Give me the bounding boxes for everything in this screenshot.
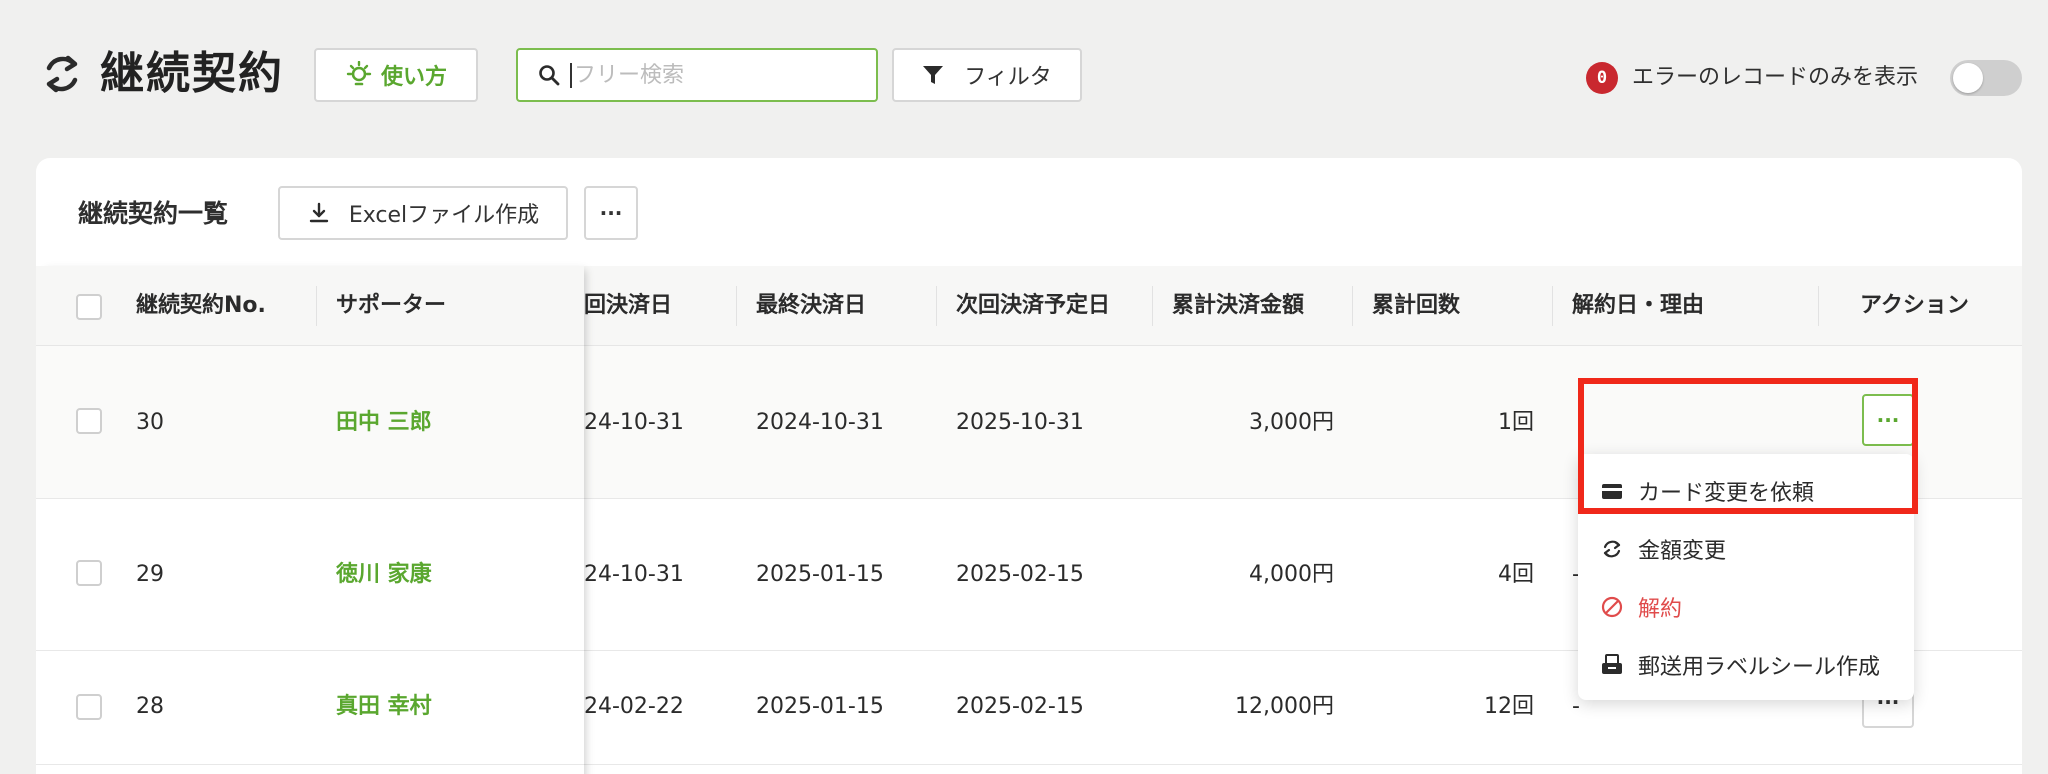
column-header-last-date[interactable]: 最終決済日 [756,266,866,346]
row-divider [36,498,584,499]
help-button-label: 使い方 [380,65,447,90]
column-separator [1352,286,1353,326]
sticky-columns-row-highlight [36,346,584,498]
search-input[interactable] [570,62,840,88]
card-more-button[interactable]: ··· [584,186,638,240]
error-only-toggle[interactable] [1950,60,2022,96]
column-header-total-amount[interactable]: 累計決済金額 [1172,266,1304,346]
cell-first-date: 24-02-22 [584,694,684,719]
credit-card-icon [1602,484,1622,499]
column-header-contract-no[interactable]: 継続契約No. [136,266,266,346]
cell-last-date: 2025-01-15 [756,694,884,719]
row-action-button[interactable]: ··· [1862,394,1914,446]
cell-amount: 4,000円 [1249,562,1334,587]
column-header-first-date[interactable]: 回決済日 [584,266,672,346]
cell-contract-no: 29 [136,562,164,587]
menu-item-label: 解約 [1638,597,1683,622]
lightbulb-icon [346,61,372,86]
cell-last-date: 2024-10-31 [756,410,884,435]
download-icon [309,202,329,223]
select-all-checkbox[interactable] [76,294,102,320]
column-separator [736,286,737,326]
supporter-link[interactable]: 真田 幸村 [336,692,432,722]
cell-first-date: 24-10-31 [584,562,684,587]
cell-contract-no: 28 [136,694,164,719]
column-separator [936,286,937,326]
menu-item-label: カード変更を依頼 [1638,481,1815,506]
excel-export-button[interactable]: Excelファイル作成 [278,186,568,240]
toggle-knob [1953,63,1983,93]
row-action-menu: カード変更を依頼 金額変更 解約 郵送用ラベルシール作成 [1578,454,1914,700]
cell-count: 12回 [1484,694,1534,719]
column-separator [1818,286,1819,326]
column-header-total-count[interactable]: 累計回数 [1372,266,1460,346]
cell-count: 1回 [1498,410,1534,435]
row-checkbox[interactable] [76,560,102,586]
help-button[interactable]: 使い方 [314,48,478,102]
menu-item-request-card-change[interactable]: カード変更を依頼 [1578,462,1914,520]
row-checkbox[interactable] [76,408,102,434]
error-toggle-label: エラーのレコードのみを表示 [1632,65,1919,90]
cell-count: 4回 [1498,562,1534,587]
card-title: 継続契約一覧 [78,199,229,228]
sticky-header-bg [36,266,584,346]
search-field[interactable] [516,48,878,102]
row-divider [36,764,584,765]
column-header-cancel[interactable]: 解約日・理由 [1572,266,1704,346]
row-checkbox[interactable] [76,694,102,720]
column-header-action: アクション [1860,293,1969,318]
cell-next-date: 2025-10-31 [956,410,1084,435]
menu-item-cancel-contract[interactable]: 解約 [1578,578,1914,636]
cell-last-date: 2025-01-15 [756,562,884,587]
column-separator [316,286,317,326]
cell-first-date: 24-10-31 [584,410,684,435]
excel-export-label: Excelファイル作成 [348,203,540,228]
prohibited-icon [1601,596,1623,618]
menu-item-label: 金額変更 [1638,539,1727,564]
row-divider [36,650,584,651]
cell-contract-no: 30 [136,410,164,435]
cell-next-date: 2025-02-15 [956,694,1084,719]
search-icon [539,65,560,86]
cell-amount: 3,000円 [1249,410,1334,435]
menu-item-change-amount[interactable]: 金額変更 [1578,520,1914,578]
menu-item-label: 郵送用ラベルシール作成 [1638,655,1881,680]
column-separator [1152,286,1153,326]
menu-item-create-mailing-label[interactable]: 郵送用ラベルシール作成 [1578,636,1914,694]
filter-button[interactable]: フィルタ [892,48,1082,102]
filter-button-label: フィルタ [964,65,1052,90]
filter-icon [923,66,944,84]
refresh-icon [46,55,78,93]
cell-amount: 12,000円 [1235,694,1334,719]
supporter-link[interactable]: 徳川 家康 [336,560,432,590]
supporter-link[interactable]: 田中 三郎 [336,408,432,438]
cell-next-date: 2025-02-15 [956,562,1084,587]
refresh-icon [1603,540,1621,558]
column-separator [1552,286,1553,326]
page-title: 継続契約 [100,48,284,99]
error-count-badge: 0 [1586,62,1618,94]
label-printer-icon [1602,654,1622,674]
column-header-next-date[interactable]: 次回決済予定日 [956,266,1110,346]
column-header-supporter[interactable]: サポーター [336,266,446,346]
